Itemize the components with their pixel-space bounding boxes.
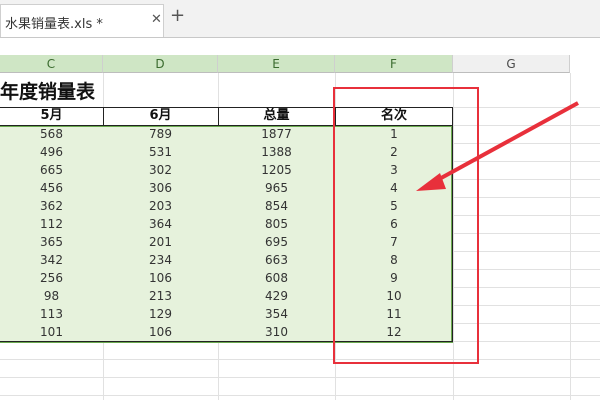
table-cell[interactable]: 310 bbox=[218, 323, 335, 341]
header-column-divider bbox=[335, 107, 336, 125]
table-cell[interactable]: 854 bbox=[218, 197, 335, 215]
table-cell[interactable]: 342 bbox=[0, 251, 103, 269]
gridline bbox=[570, 73, 571, 400]
table-cell[interactable]: 1205 bbox=[218, 161, 335, 179]
gridline bbox=[0, 359, 600, 360]
column-header-c[interactable]: C bbox=[0, 55, 103, 73]
table-cell[interactable]: 965 bbox=[218, 179, 335, 197]
table-cell[interactable]: 4 bbox=[335, 179, 453, 197]
tab-title: 水果销量表.xls * bbox=[5, 17, 103, 32]
table-cell[interactable]: 11 bbox=[335, 305, 453, 323]
column-header-f[interactable]: F bbox=[335, 55, 453, 73]
table-cell[interactable]: 608 bbox=[218, 269, 335, 287]
plus-icon[interactable]: + bbox=[170, 6, 185, 26]
table-cell[interactable]: 665 bbox=[0, 161, 103, 179]
tab-bar: 水果销量表.xls * ✕ + bbox=[0, 0, 600, 38]
table-cell[interactable]: 113 bbox=[0, 305, 103, 323]
table-header-cell[interactable]: 5月 bbox=[0, 107, 103, 125]
table-cell[interactable]: 101 bbox=[0, 323, 103, 341]
table-cell[interactable]: 364 bbox=[103, 215, 218, 233]
table-cell[interactable]: 112 bbox=[0, 215, 103, 233]
table-cell[interactable]: 496 bbox=[0, 143, 103, 161]
header-divider bbox=[0, 125, 453, 126]
sheet-title: 年度销量表 bbox=[0, 81, 96, 103]
close-icon[interactable]: ✕ bbox=[151, 12, 162, 27]
table-cell[interactable]: 429 bbox=[218, 287, 335, 305]
table-cell[interactable]: 663 bbox=[218, 251, 335, 269]
table-cell[interactable]: 354 bbox=[218, 305, 335, 323]
table-header-cell[interactable]: 名次 bbox=[335, 107, 453, 125]
table-cell[interactable]: 201 bbox=[103, 233, 218, 251]
column-header-e[interactable]: E bbox=[218, 55, 335, 73]
table-cell[interactable]: 129 bbox=[103, 305, 218, 323]
column-header-g[interactable]: G bbox=[453, 55, 570, 73]
table-cell[interactable]: 6 bbox=[335, 215, 453, 233]
table-header-cell[interactable]: 总量 bbox=[218, 107, 335, 125]
table-cell[interactable]: 98 bbox=[0, 287, 103, 305]
header-column-divider bbox=[218, 107, 219, 125]
table-cell[interactable]: 1877 bbox=[218, 125, 335, 143]
column-header-d[interactable]: D bbox=[103, 55, 218, 73]
table-cell[interactable]: 1 bbox=[335, 125, 453, 143]
table-cell[interactable]: 5 bbox=[335, 197, 453, 215]
table-cell[interactable]: 234 bbox=[103, 251, 218, 269]
gridline bbox=[453, 73, 454, 400]
table-cell[interactable]: 12 bbox=[335, 323, 453, 341]
table-cell[interactable]: 10 bbox=[335, 287, 453, 305]
table-cell[interactable]: 8 bbox=[335, 251, 453, 269]
table-cell[interactable]: 302 bbox=[103, 161, 218, 179]
table-cell[interactable]: 2 bbox=[335, 143, 453, 161]
table-cell[interactable]: 789 bbox=[103, 125, 218, 143]
table-cell[interactable]: 365 bbox=[0, 233, 103, 251]
gridline bbox=[0, 377, 600, 378]
table-cell[interactable]: 1388 bbox=[218, 143, 335, 161]
table-cell[interactable]: 568 bbox=[0, 125, 103, 143]
table-header-cell[interactable]: 6月 bbox=[103, 107, 218, 125]
gridline bbox=[0, 395, 600, 396]
header-column-divider bbox=[103, 107, 104, 125]
table-cell[interactable]: 531 bbox=[103, 143, 218, 161]
gridline bbox=[0, 341, 600, 342]
tab-water-fruit-sales[interactable]: 水果销量表.xls * ✕ bbox=[0, 4, 164, 37]
table-cell[interactable]: 805 bbox=[218, 215, 335, 233]
table-cell[interactable]: 203 bbox=[103, 197, 218, 215]
table-cell[interactable]: 7 bbox=[335, 233, 453, 251]
table-cell[interactable]: 9 bbox=[335, 269, 453, 287]
table-cell[interactable]: 456 bbox=[0, 179, 103, 197]
table-cell[interactable]: 306 bbox=[103, 179, 218, 197]
table-cell[interactable]: 106 bbox=[103, 323, 218, 341]
table-cell[interactable]: 213 bbox=[103, 287, 218, 305]
table-cell[interactable]: 362 bbox=[0, 197, 103, 215]
spreadsheet-area[interactable]: CDEFG 年度销量表 5月 6月 总量 名次 568 789 1877 1 496 531 138… bbox=[0, 37, 600, 400]
table-cell[interactable]: 256 bbox=[0, 269, 103, 287]
table-cell[interactable]: 3 bbox=[335, 161, 453, 179]
table-cell[interactable]: 695 bbox=[218, 233, 335, 251]
table-cell[interactable]: 106 bbox=[103, 269, 218, 287]
